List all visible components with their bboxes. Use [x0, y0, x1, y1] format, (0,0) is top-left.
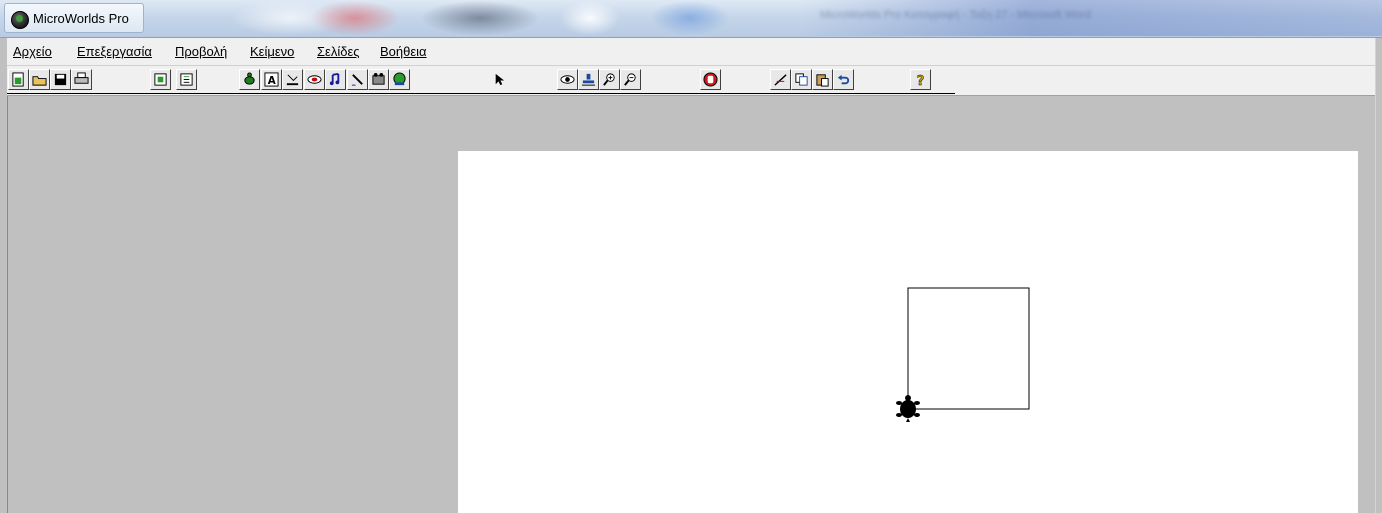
toolbar-underline	[7, 93, 567, 94]
copy-button[interactable]	[791, 69, 812, 90]
undo-button[interactable]	[833, 69, 854, 90]
stamp-icon	[581, 73, 596, 86]
menu-pages[interactable]: Σελίδες	[317, 44, 360, 59]
movie-icon	[372, 72, 385, 85]
menu-bar: Αρχείο Επεξεργασία Προβολή Κείμενο Σελίδ…	[7, 38, 1376, 66]
open-button[interactable]	[29, 69, 50, 90]
square-shape	[907, 287, 1030, 410]
background-blur	[650, 0, 730, 36]
full-screen-icon	[154, 73, 167, 86]
window-right-border	[1375, 38, 1376, 513]
eye-button[interactable]	[557, 69, 578, 90]
project-view-button[interactable]	[176, 69, 197, 90]
zoom-in-button[interactable]	[599, 69, 620, 90]
svg-text:?: ?	[917, 74, 925, 87]
project-view-icon	[180, 73, 193, 86]
zoom-out-button[interactable]	[620, 69, 641, 90]
canvas-drawing	[896, 287, 1030, 422]
print-button[interactable]	[71, 69, 92, 90]
background-blur	[560, 0, 620, 36]
pen-icon	[351, 74, 363, 86]
new-project-icon	[12, 72, 24, 87]
undo-icon	[837, 74, 850, 85]
background-blur	[420, 0, 540, 36]
new-turtle-icon	[244, 72, 255, 85]
pointer-button[interactable]	[488, 69, 509, 90]
full-screen-button[interactable]	[150, 69, 171, 90]
button-icon	[307, 75, 322, 84]
pointer-icon	[495, 73, 505, 86]
stop-button[interactable]	[700, 69, 721, 90]
zoom-out-icon	[624, 73, 636, 86]
slider-icon	[286, 74, 299, 86]
drawing-page[interactable]	[458, 151, 1358, 513]
menu-text[interactable]: Κείμενο	[250, 44, 294, 59]
zoom-in-icon	[603, 73, 615, 86]
text-box-icon: A	[264, 72, 279, 87]
new-project-button[interactable]	[8, 69, 29, 90]
toolbar-underline	[555, 93, 955, 94]
cut-button[interactable]	[770, 69, 791, 90]
background-window-title: MicroWorlds Pro Καταγραφή - Ταξη 27 - Mi…	[820, 9, 1091, 21]
toolbar: A ?	[7, 66, 1376, 96]
save-disk-icon	[54, 73, 67, 86]
title-bar: MicroWorlds Pro Καταγραφή - Ταξη 27 - Mi…	[0, 0, 1382, 38]
menu-view[interactable]: Προβολή	[175, 44, 227, 59]
window-title: MicroWorlds Pro	[33, 11, 129, 26]
music-button[interactable]	[325, 69, 346, 90]
background-blur	[310, 0, 400, 36]
melody-icon	[393, 72, 406, 86]
pen-button[interactable]	[347, 69, 368, 90]
slider-button[interactable]	[282, 69, 303, 90]
menu-file[interactable]: Αρχείο	[13, 44, 52, 59]
stop-icon	[703, 72, 718, 87]
paste-icon	[816, 74, 829, 87]
menu-edit[interactable]: Επεξεργασία	[77, 44, 152, 59]
cut-icon	[774, 74, 787, 86]
music-icon	[329, 72, 340, 86]
movie-button[interactable]	[368, 69, 389, 90]
eye-icon	[560, 75, 575, 84]
microworlds-logo-icon	[11, 11, 29, 29]
melody-button[interactable]	[389, 69, 410, 90]
stamp-button[interactable]	[578, 69, 599, 90]
help-button[interactable]: ?	[910, 69, 931, 90]
new-turtle-button[interactable]	[239, 69, 260, 90]
paste-button[interactable]	[812, 69, 833, 90]
save-button[interactable]	[50, 69, 71, 90]
text-box-button[interactable]: A	[261, 69, 282, 90]
button-tool-button[interactable]	[304, 69, 325, 90]
printer-icon	[74, 72, 89, 84]
app-title-tab[interactable]: MicroWorlds Pro	[4, 3, 144, 33]
copy-icon	[795, 73, 808, 86]
svg-text:A: A	[268, 75, 276, 87]
open-folder-icon	[32, 76, 47, 86]
menu-help[interactable]: Βοήθεια	[380, 44, 427, 59]
help-icon: ?	[917, 74, 925, 87]
